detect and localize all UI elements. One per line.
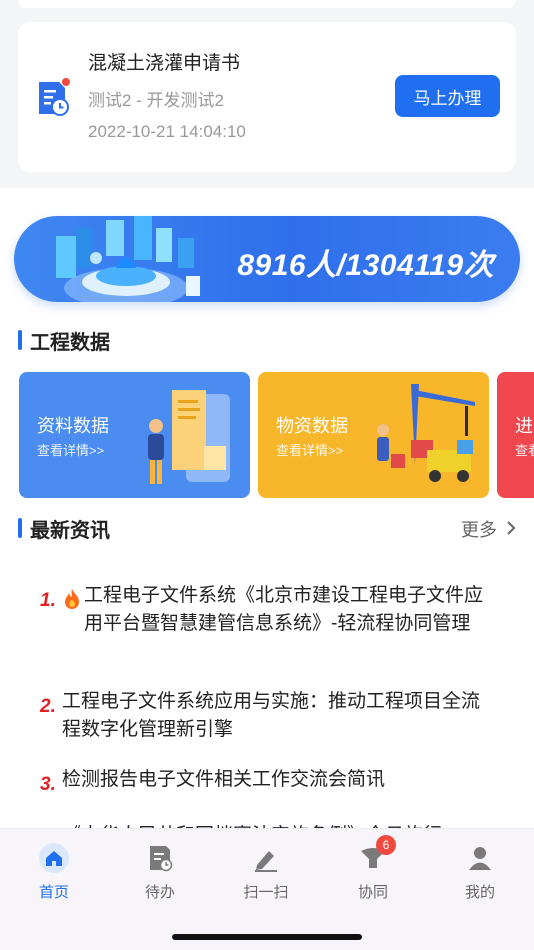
card-title: 进 (515, 416, 533, 436)
fire-icon (62, 588, 82, 615)
previous-card-edge (18, 0, 516, 8)
news-number: 1. (40, 590, 56, 611)
home-indicator (172, 934, 362, 940)
latest-news-header: 最新资讯 (18, 514, 516, 542)
task-timestamp: 2022-10-21 14:04:10 (88, 122, 246, 141)
news-list: 1. 工程电子文件系统《北京市建设工程电子文件应用平台暨智慧建管信息系统》-轻流… (18, 560, 516, 846)
server-isometric-illustration (36, 216, 226, 302)
more-news-link[interactable]: 更多 (461, 516, 516, 542)
more-label: 更多 (460, 520, 497, 540)
news-number: 3. (40, 774, 56, 795)
section-accent-bar (18, 518, 22, 538)
profile-icon (465, 843, 495, 873)
section-accent-bar (18, 330, 22, 350)
construction-truck-illustration (371, 380, 481, 495)
tab-profile[interactable]: 我的 (440, 843, 520, 902)
home-icon (39, 843, 69, 873)
engineering-data-header: 工程数据 (18, 326, 516, 354)
view-details-link[interactable]: 查看 (515, 440, 534, 459)
usage-stats-text: 8916人/1304119次 (237, 249, 494, 282)
task-subtitle: 测试2 - 开发测试2 (88, 91, 225, 110)
news-item[interactable]: 检测报告电子文件相关工作交流会简讯 (62, 766, 496, 794)
document-worker-illustration (142, 380, 242, 495)
documents-data-card[interactable]: 资料数据 查看详情>> (19, 372, 250, 498)
bottom-tab-bar: 首页 待办 扫一扫 6 协同 我的 (0, 828, 534, 950)
document-clock-icon (36, 78, 72, 118)
news-number: 2. (40, 696, 56, 717)
collab-icon: 6 (358, 835, 396, 873)
usage-stats-banner[interactable]: 8916人/1304119次 (14, 216, 520, 302)
tab-label: 协同 (357, 884, 388, 901)
view-details-link[interactable]: 查看详情>> (276, 440, 343, 459)
tab-todo[interactable]: 待办 (120, 843, 200, 902)
tab-label: 扫一扫 (243, 884, 289, 901)
tab-collaboration[interactable]: 6 协同 (333, 835, 413, 902)
tab-label: 待办 (144, 884, 175, 901)
card-title: 物资数据 (276, 416, 348, 436)
chevron-right-icon (506, 520, 516, 541)
tab-home[interactable]: 首页 (14, 843, 94, 902)
task-title: 混凝土浇灌申请书 (88, 53, 241, 74)
progress-data-card[interactable]: 进 查看 (497, 372, 534, 498)
tab-label: 首页 (38, 884, 69, 901)
tab-label: 我的 (464, 884, 495, 901)
process-now-button[interactable]: 马上办理 (395, 75, 500, 117)
scan-icon (251, 843, 281, 873)
latest-news-title: 最新资讯 (30, 520, 110, 542)
view-details-link[interactable]: 查看详情>> (37, 440, 104, 459)
materials-data-card[interactable]: 物资数据 查看详情>> (258, 372, 489, 498)
engineering-data-title: 工程数据 (30, 332, 110, 354)
news-item[interactable]: 工程电子文件系统《北京市建设工程电子文件应用平台暨智慧建管信息系统》-轻流程协同… (84, 582, 496, 638)
todo-icon (145, 843, 175, 873)
tab-scan[interactable]: 扫一扫 (226, 843, 306, 902)
news-item[interactable]: 工程电子文件系统应用与实施：推动工程项目全流程数字化管理新引擎 (62, 688, 496, 744)
card-title: 资料数据 (37, 416, 109, 436)
task-card[interactable]: 混凝土浇灌申请书 测试2 - 开发测试2 2022-10-21 14:04:10… (18, 22, 516, 172)
notification-badge: 6 (376, 835, 396, 855)
